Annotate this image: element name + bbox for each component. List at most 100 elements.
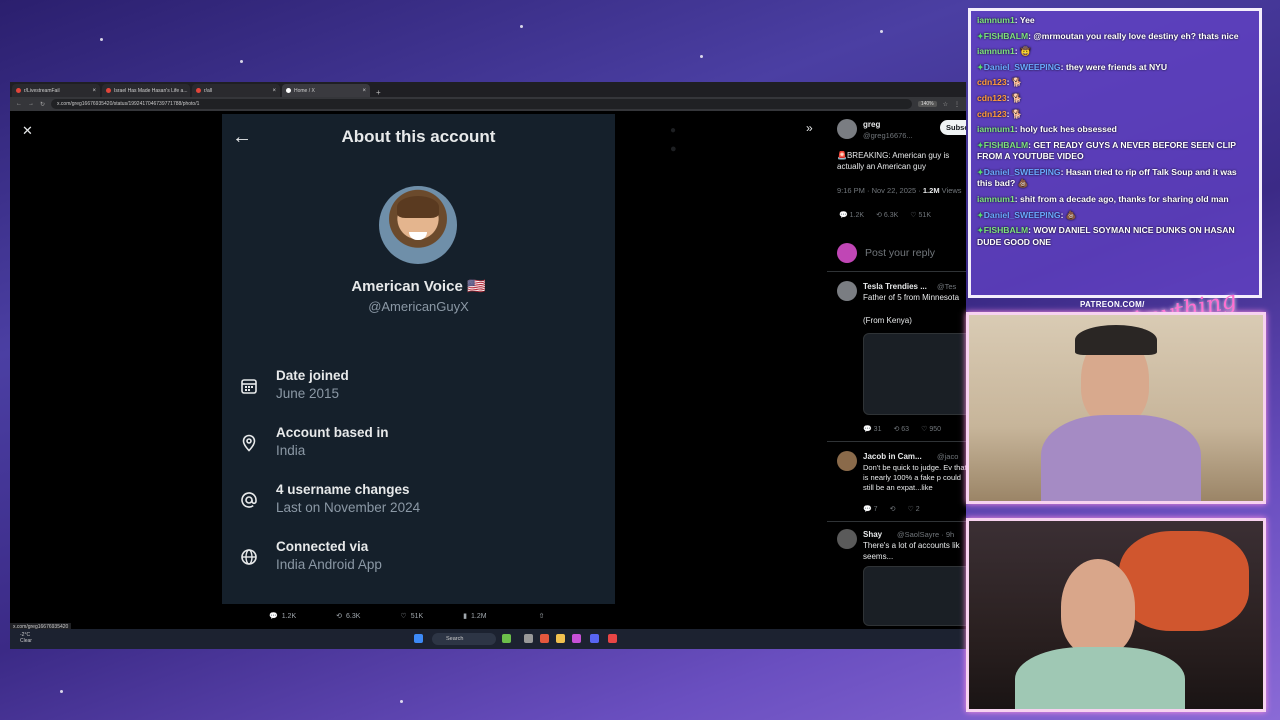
chat-username[interactable]: cdn123: [977, 77, 1007, 87]
chat-username[interactable]: iamnum1: [977, 46, 1015, 56]
streamer-body: [1041, 415, 1201, 501]
tab-close-icon[interactable]: ×: [272, 88, 276, 94]
avatar[interactable]: [837, 529, 857, 549]
task-view-icon[interactable]: [524, 634, 533, 643]
chat-badge-icon: ✦: [977, 62, 984, 72]
reply-stat[interactable]: 💬 7: [863, 505, 878, 513]
avatar[interactable]: [837, 451, 857, 471]
app-icon[interactable]: [572, 634, 581, 643]
info-label: Date joined: [276, 368, 349, 383]
new-tab-button[interactable]: +: [372, 88, 385, 97]
reply-text: Father of 5 from Minnesota: [863, 293, 960, 302]
chat-username[interactable]: iamnum1: [977, 15, 1015, 25]
chat-message: ✦Daniel_SWEEPING: they were friends at N…: [977, 61, 1168, 72]
back-nav-icon[interactable]: ←: [16, 101, 22, 107]
repost-stat[interactable]: ⟲ 63: [893, 425, 909, 433]
reload-icon[interactable]: ↻: [40, 101, 45, 108]
chat-badge-icon: ✦: [977, 167, 984, 177]
chat-text: 🐕: [1011, 108, 1023, 119]
browser-tab-active[interactable]: Home / X ×: [282, 84, 370, 97]
reply-stats: 💬 7 ⟲ ♡ 2: [863, 505, 920, 513]
app-icon[interactable]: [540, 634, 549, 643]
post-handle[interactable]: @greg16676...: [863, 131, 913, 140]
windows-start-icon[interactable]: [414, 634, 423, 643]
like-button[interactable]: ♡ 51K: [400, 612, 423, 621]
tab-label: Israel Has Made Hasan's Life a...: [114, 87, 188, 94]
chat-username[interactable]: Daniel_SWEEPING: [984, 62, 1061, 72]
chat-message: ✦Daniel_SWEEPING: Hasan tried to rip off…: [977, 166, 1237, 189]
chat-text: 🐕: [1011, 77, 1023, 88]
chat-username[interactable]: iamnum1: [977, 194, 1015, 204]
reply-button[interactable]: 💬 1.2K: [269, 612, 296, 621]
chat-text: 💩: [1065, 209, 1077, 220]
reply-author[interactable]: Jacob in Cam...: [863, 452, 922, 461]
reply-image[interactable]: [863, 333, 966, 415]
reply-stat[interactable]: 💬 1.2K: [839, 211, 864, 219]
tab-close-icon[interactable]: ×: [92, 88, 96, 94]
chat-text: 🤠: [1019, 46, 1031, 57]
chat-username[interactable]: Daniel_SWEEPING: [984, 210, 1061, 220]
location-pin-icon: [238, 432, 260, 454]
browser-tab[interactable]: r/LivestreamFail ×: [12, 84, 100, 97]
chrome-icon[interactable]: [608, 634, 617, 643]
address-bar-row: ← → ↻ x.com/greg16676935420/status/19924…: [10, 97, 966, 111]
chat-username[interactable]: Daniel_SWEEPING: [984, 167, 1061, 177]
taskbar-search[interactable]: Search: [432, 633, 496, 645]
chat-username[interactable]: FISHBALM: [984, 31, 1028, 41]
chat-message: iamnum1: shit from a decade ago, thanks …: [977, 194, 1229, 204]
reply-handle[interactable]: @Tes: [937, 282, 956, 291]
reddit-favicon-icon: [106, 88, 111, 93]
forward-nav-icon[interactable]: →: [28, 101, 34, 107]
reply-handle[interactable]: @SaolSayre · 9h: [897, 530, 954, 539]
browser-tab[interactable]: r/all ×: [192, 84, 280, 97]
chat-username[interactable]: FISHBALM: [984, 225, 1028, 235]
chat-username[interactable]: iamnum1: [977, 124, 1015, 134]
reply-stat[interactable]: 💬 31: [863, 425, 881, 433]
subscribe-button[interactable]: Subscribe: [940, 120, 966, 135]
bookmark-star-icon[interactable]: ☆: [943, 101, 948, 108]
url-field[interactable]: x.com/greg16676935420/status/19924170467…: [51, 99, 912, 109]
chat-username[interactable]: FISHBALM: [984, 140, 1028, 150]
collapse-panel-icon[interactable]: »: [806, 121, 813, 135]
share-button[interactable]: ⇧: [539, 612, 545, 620]
weather-widget[interactable]: -2°C Clear: [20, 632, 32, 644]
like-stat[interactable]: ♡ 51K: [910, 211, 931, 219]
avatar[interactable]: [837, 281, 857, 301]
reply-stats: 💬 31 ⟲ 63 ♡ 950: [863, 425, 941, 433]
tab-bar: r/LivestreamFail × Israel Has Made Hasan'…: [10, 82, 966, 97]
repost-stat[interactable]: ⟲ 6.3K: [876, 211, 898, 219]
reply-image[interactable]: [863, 566, 966, 626]
tab-label: Home / X: [294, 87, 315, 94]
repost-count: 6.3K: [346, 612, 361, 620]
streamer-face: [1061, 559, 1135, 655]
like-stat[interactable]: ♡ 2: [907, 505, 919, 513]
chat-message: ✦FISHBALM: GET READY GUYS A NEVER BEFORE…: [977, 139, 1236, 162]
tab-label: r/LivestreamFail: [24, 87, 60, 94]
reply-author[interactable]: Shay: [863, 530, 882, 539]
repost-stat[interactable]: ⟲: [890, 505, 896, 513]
reply-handle[interactable]: @jaco: [937, 452, 958, 461]
like-stat[interactable]: ♡ 950: [921, 425, 941, 433]
avatar[interactable]: [837, 119, 857, 139]
widget-icon[interactable]: [502, 634, 511, 643]
stream-chat: iamnum1: Yee ✦FISHBALM: @mrmoutan you rea…: [968, 8, 1262, 298]
browser-tab[interactable]: Israel Has Made Hasan's Life a...×: [102, 84, 190, 97]
media-action-bar: 💬 1.2K ⟲ 6.3K ♡ 51K ▮ 1.2M ⇧: [222, 607, 615, 625]
reply-composer[interactable]: Post your reply: [837, 243, 935, 263]
close-icon[interactable]: ✕: [22, 123, 33, 139]
post-author[interactable]: greg: [863, 120, 880, 129]
discord-icon[interactable]: [590, 634, 599, 643]
file-explorer-icon[interactable]: [556, 634, 565, 643]
page-viewport: ✕ ● ● ← About this account American Voic…: [10, 111, 966, 627]
chat-username[interactable]: cdn123: [977, 109, 1007, 119]
reply-author[interactable]: Tesla Trendies ...: [863, 282, 927, 291]
views-button[interactable]: ▮ 1.2M: [463, 612, 486, 621]
account-display-name: American Voice 🇺🇸: [351, 278, 486, 295]
account-handle: @AmericanGuyX: [368, 299, 469, 314]
reply-placeholder[interactable]: Post your reply: [865, 247, 935, 259]
chat-username[interactable]: cdn123: [977, 93, 1007, 103]
extensions-icon[interactable]: ⋮: [954, 101, 960, 108]
tab-close-icon[interactable]: ×: [362, 88, 366, 94]
repost-button[interactable]: ⟲ 6.3K: [336, 612, 361, 621]
zoom-level[interactable]: 140%: [917, 101, 937, 107]
